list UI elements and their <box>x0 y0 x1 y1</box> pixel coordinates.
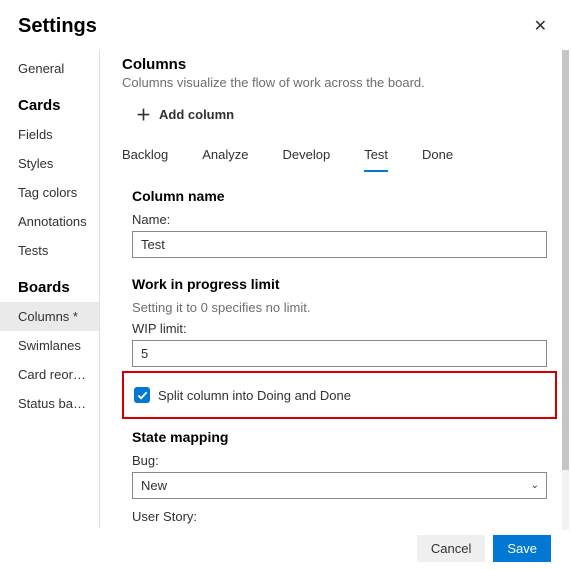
split-checkbox[interactable] <box>134 387 150 403</box>
bug-state-select[interactable]: New <box>132 472 547 499</box>
column-name-input[interactable] <box>132 231 547 258</box>
state-mapping-section: State mapping <box>132 429 547 445</box>
scrollbar[interactable] <box>562 50 569 530</box>
split-highlight: Split column into Doing and Done <box>122 371 557 419</box>
tab-develop[interactable]: Develop <box>283 143 331 172</box>
page-title: Settings <box>18 15 97 38</box>
cancel-button[interactable]: Cancel <box>417 535 485 562</box>
sidebar-group-boards: Boards <box>0 265 99 302</box>
save-button[interactable]: Save <box>493 535 551 562</box>
sidebar-item-tests[interactable]: Tests <box>0 236 99 265</box>
tab-done[interactable]: Done <box>422 143 453 172</box>
add-column-label: Add column <box>159 107 234 122</box>
column-tabs: Backlog Analyze Develop Test Done <box>122 143 547 172</box>
scrollbar-thumb[interactable] <box>562 50 569 470</box>
bug-label: Bug: <box>132 453 547 468</box>
check-icon <box>137 390 148 401</box>
wip-section: Work in progress limit <box>132 276 547 292</box>
plus-icon: ＋ <box>136 104 151 125</box>
wip-label: WIP limit: <box>132 321 547 336</box>
settings-sidebar: General Cards Fields Styles Tag colors A… <box>0 50 100 528</box>
columns-heading: Columns <box>122 56 547 73</box>
columns-helper: Columns visualize the flow of work acros… <box>122 75 547 90</box>
user-story-label: User Story: <box>132 509 547 524</box>
sidebar-group-cards: Cards <box>0 83 99 120</box>
wip-limit-input[interactable] <box>132 340 547 367</box>
name-label: Name: <box>132 212 547 227</box>
sidebar-item-status-badge[interactable]: Status badge <box>0 389 99 418</box>
sidebar-item-card-reordering[interactable]: Card reordering <box>0 360 99 389</box>
add-column-button[interactable]: ＋ Add column <box>122 100 240 129</box>
sidebar-item-tag-colors[interactable]: Tag colors <box>0 178 99 207</box>
wip-helper: Setting it to 0 specifies no limit. <box>132 300 547 315</box>
sidebar-item-columns[interactable]: Columns * <box>0 302 99 331</box>
tab-analyze[interactable]: Analyze <box>202 143 248 172</box>
sidebar-item-swimlanes[interactable]: Swimlanes <box>0 331 99 360</box>
sidebar-item-general[interactable]: General <box>0 54 99 83</box>
sidebar-item-annotations[interactable]: Annotations <box>0 207 99 236</box>
sidebar-item-fields[interactable]: Fields <box>0 120 99 149</box>
column-name-section: Column name <box>132 188 547 204</box>
tab-backlog[interactable]: Backlog <box>122 143 168 172</box>
split-label: Split column into Doing and Done <box>158 388 351 403</box>
main-content: Columns Columns visualize the flow of wo… <box>100 50 571 528</box>
close-icon[interactable]: ✕ <box>528 12 553 40</box>
sidebar-item-styles[interactable]: Styles <box>0 149 99 178</box>
tab-test[interactable]: Test <box>364 143 388 172</box>
